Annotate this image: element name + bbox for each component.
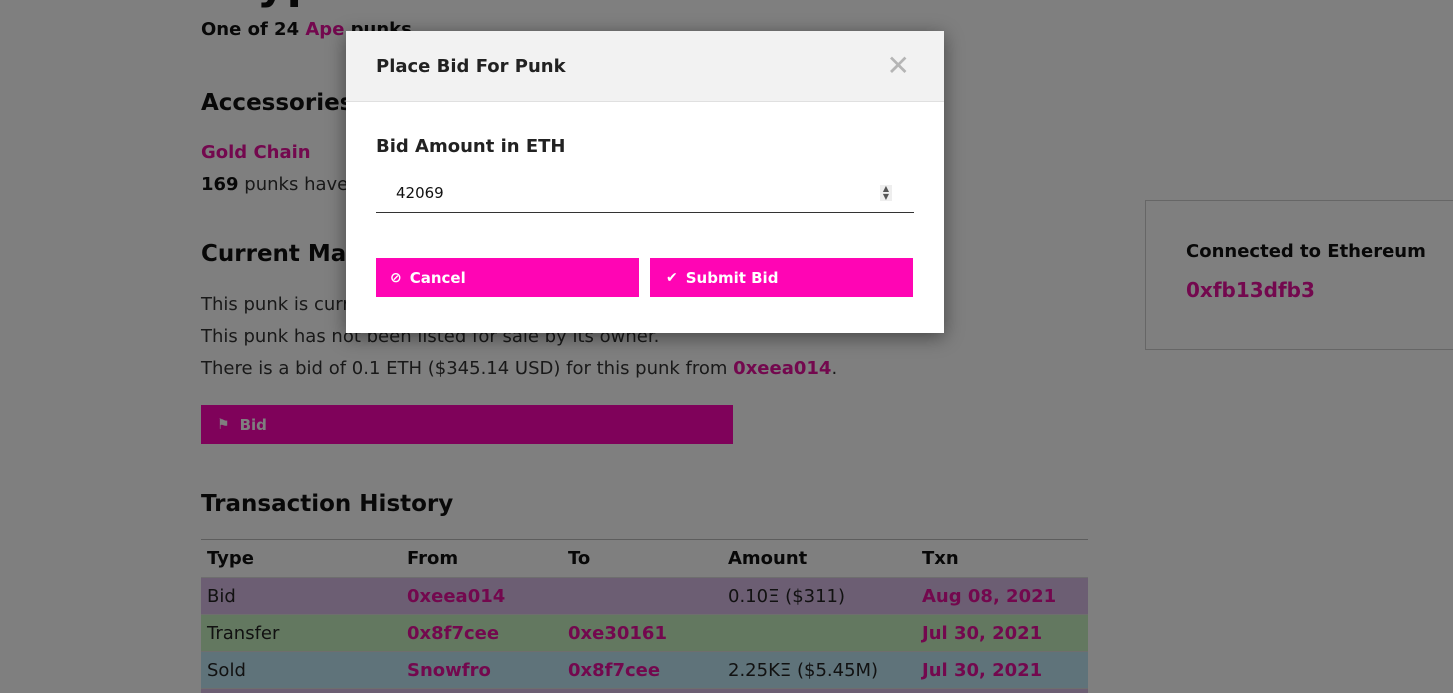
- check-icon: ✔: [666, 269, 678, 286]
- place-bid-modal: Place Bid For Punk ✕ Bid Amount in ETH ▲…: [346, 31, 944, 333]
- modal-title: Place Bid For Punk: [376, 55, 566, 77]
- cancel-button[interactable]: ⊘ Cancel: [376, 258, 639, 297]
- modal-actions: ⊘ Cancel ✔ Submit Bid: [376, 258, 914, 297]
- close-icon[interactable]: ✕: [887, 49, 910, 82]
- number-spinner-icon[interactable]: ▲ ▼: [880, 185, 892, 201]
- bid-amount-wrap: ▲▼: [376, 157, 914, 213]
- bid-amount-input[interactable]: [376, 173, 914, 213]
- bid-amount-label: Bid Amount in ETH: [376, 136, 566, 157]
- cancel-button-label: Cancel: [409, 268, 466, 287]
- submit-button-label: Submit Bid: [685, 268, 779, 287]
- modal-header: Place Bid For Punk ✕: [346, 31, 944, 102]
- modal-body: Bid Amount in ETH ▲▼ ⊘ Cancel ✔ Submit B…: [346, 102, 944, 297]
- ban-icon: ⊘: [390, 269, 402, 286]
- submit-bid-button[interactable]: ✔ Submit Bid: [650, 258, 913, 297]
